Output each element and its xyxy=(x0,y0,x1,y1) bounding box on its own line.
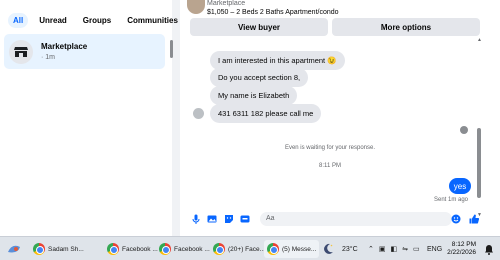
view-buyer-button[interactable]: View buyer xyxy=(190,18,328,36)
photo-icon[interactable] xyxy=(207,214,217,224)
taskbar-item-label: (5) Messe... xyxy=(282,245,317,253)
listing-thumbnail xyxy=(187,0,205,14)
message-input[interactable]: Aa xyxy=(260,212,452,226)
tab-unread[interactable]: Unread xyxy=(34,13,72,28)
system-tray: ⌃ ▣ ◧ ⇋ ▭ xyxy=(368,237,420,260)
sticker-icon[interactable] xyxy=(224,214,234,224)
filter-tabs: All Unread Groups Communities xyxy=(8,13,183,28)
emoji-icon[interactable] xyxy=(451,214,461,224)
like-icon[interactable] xyxy=(469,214,480,224)
chat-header-title: Marketplace xyxy=(207,0,246,7)
scroll-up-icon[interactable]: ▲ xyxy=(477,37,482,43)
chrome-icon xyxy=(159,243,171,255)
received-message: 431 6311 182 please call me xyxy=(210,104,322,123)
received-message: Do you accept section 8, xyxy=(210,68,309,87)
network-icon[interactable]: ▣ xyxy=(379,245,386,253)
windows-taskbar: Sadam Sh... Facebook ... Facebook ... (2… xyxy=(0,236,500,260)
taskbar-item-label: Facebook ... xyxy=(122,245,158,253)
taskbar-item-messenger[interactable]: (5) Messe... xyxy=(264,240,320,258)
sender-avatar xyxy=(193,108,204,119)
taskbar-item-facebook-3[interactable]: (20+) Face... xyxy=(210,240,268,258)
sidebar-scrollbar[interactable] xyxy=(170,40,173,58)
language-indicator[interactable]: ENG xyxy=(427,237,442,260)
seen-avatar-icon xyxy=(460,126,468,134)
weather-moon-icon xyxy=(324,243,333,254)
volume-icon[interactable]: ◧ xyxy=(391,245,398,253)
message-timestamp: 8:11 PM xyxy=(319,163,341,169)
marketplace-store-icon xyxy=(9,40,33,64)
tab-all[interactable]: All xyxy=(8,13,29,28)
received-message: My name is Elizabeth xyxy=(210,86,298,105)
conversation-item-marketplace[interactable]: Marketplace · 1m xyxy=(4,34,165,69)
taskbar-item-label: Sadam Sh... xyxy=(48,245,84,253)
taskbar-item-label: Facebook ... xyxy=(174,245,210,253)
message-composer: Aa xyxy=(180,205,500,231)
taskbar-item-label: (20+) Face... xyxy=(228,245,266,253)
clock-date: 2/22/2026 xyxy=(447,249,476,256)
clock-time: 8:12 PM xyxy=(451,241,476,248)
clock[interactable]: 8:12 PM 2/22/2026 xyxy=(446,241,476,257)
conversation-list-panel: All Unread Groups Communities Marketplac… xyxy=(0,0,178,236)
tab-communities[interactable]: Communities xyxy=(122,13,183,28)
chat-panel: Marketplace $1,050 – 2 Beds 2 Baths Apar… xyxy=(180,0,500,236)
widgets-icon[interactable] xyxy=(4,240,24,258)
battery-icon[interactable]: ▭ xyxy=(413,245,420,253)
conversation-name: Marketplace xyxy=(41,42,88,51)
conversation-time: · 1m xyxy=(41,54,55,61)
microphone-icon[interactable] xyxy=(191,214,201,224)
more-options-button[interactable]: More options xyxy=(332,18,480,36)
chrome-icon xyxy=(267,243,279,255)
sent-status: Sent 1m ago xyxy=(434,197,469,203)
taskbar-item-facebook-1[interactable]: Facebook ... xyxy=(104,240,161,258)
tab-groups[interactable]: Groups xyxy=(78,13,116,28)
weather-widget[interactable]: 23°C xyxy=(322,237,358,260)
tray-overflow-icon[interactable]: ⌃ xyxy=(368,245,374,253)
listing-subtitle: $1,050 – 2 Beds 2 Baths Apartment/condo xyxy=(207,9,339,16)
chrome-icon xyxy=(213,243,225,255)
chrome-icon xyxy=(33,243,45,255)
chrome-icon xyxy=(107,243,119,255)
taskbar-item-sadam[interactable]: Sadam Sh... xyxy=(30,240,87,258)
temperature-label: 23°C xyxy=(342,245,358,253)
chat-scrollbar[interactable] xyxy=(477,128,481,198)
sent-message: yes xyxy=(449,178,471,194)
taskbar-item-facebook-2[interactable]: Facebook ... xyxy=(156,240,213,258)
waiting-notice: Even is waiting for your response. xyxy=(284,145,376,151)
input-method-icon[interactable]: ⇋ xyxy=(402,245,408,253)
notifications-bell-icon[interactable] xyxy=(484,237,494,260)
gif-icon[interactable] xyxy=(240,214,250,224)
